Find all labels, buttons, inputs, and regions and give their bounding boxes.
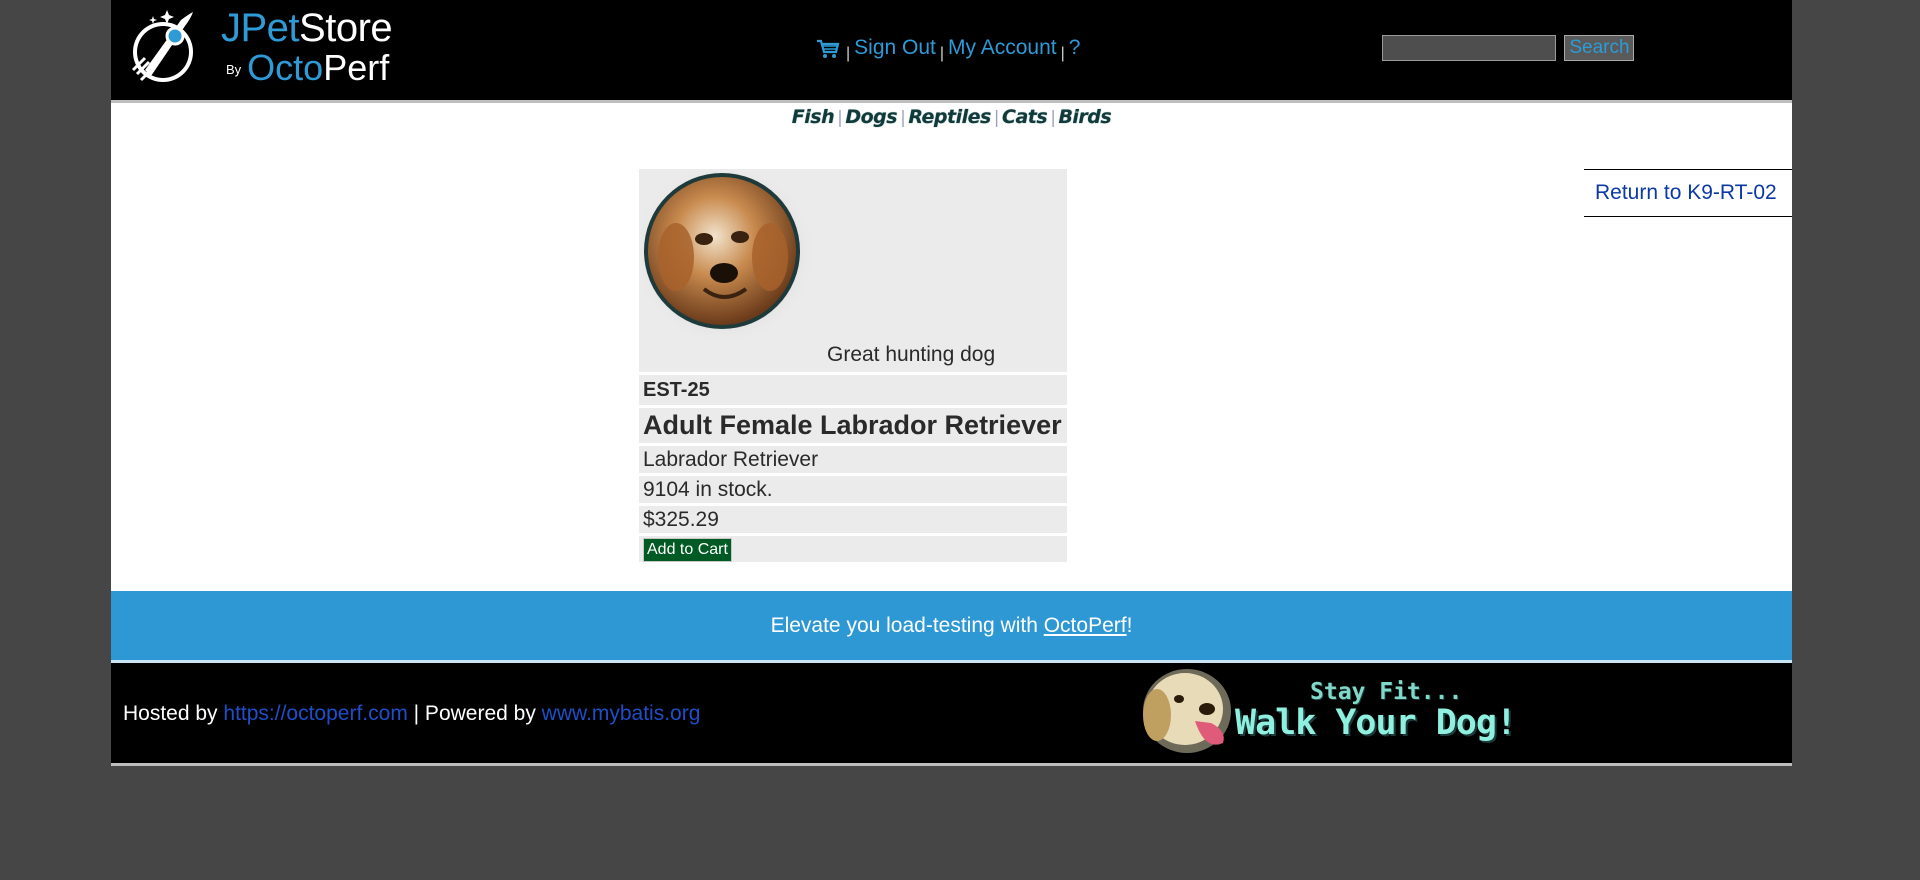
return-to-product-link[interactable]: Return to K9-RT-02 [1584, 169, 1792, 217]
octoperf-url-link[interactable]: https://octoperf.com [223, 702, 407, 725]
category-link-fish[interactable]: Fish [792, 106, 835, 128]
walk-your-dog-banner: Stay Fit... Walk Your Dog! [1135, 665, 1555, 757]
table-row: $325.29 [639, 506, 1067, 536]
jpetstore-logo[interactable]: JPetStore By OctoPerf [123, 2, 403, 92]
my-account-link[interactable]: My Account [948, 36, 1057, 59]
shopping-cart-icon[interactable] [816, 38, 840, 60]
octoperf-link[interactable]: OctoPerf [1044, 614, 1127, 637]
main-content: Return to K9-RT-02 Great hunting dog EST… [111, 136, 1792, 591]
quicklink-separator: | [837, 108, 843, 128]
item-id: EST-25 [639, 375, 1067, 408]
item-image-cell: Great hunting dog [639, 169, 1067, 375]
item-name: Adult Female Labrador Retriever [639, 408, 1067, 446]
search-input[interactable] [1382, 35, 1556, 61]
table-row: 9104 in stock. [639, 476, 1067, 506]
menu-separator: | [1060, 45, 1065, 62]
add-to-cart-cell: Add to Cart [639, 536, 1067, 565]
header: JPetStore By OctoPerf | Sign Out | My Accoun… [111, 0, 1792, 103]
search-button[interactable]: Search [1564, 35, 1635, 61]
table-row: Add to Cart [639, 536, 1067, 565]
category-link-reptiles[interactable]: Reptiles [908, 106, 991, 128]
item-product-name: Labrador Retriever [639, 446, 1067, 476]
header-menu: | Sign Out | My Account |? [816, 36, 1080, 66]
item-image-wrap: Great hunting dog [642, 171, 1062, 368]
banner-line-1: Stay Fit... [1310, 679, 1463, 705]
help-link[interactable]: ? [1069, 36, 1081, 59]
banner-line-2: Walk Your Dog! [1235, 703, 1517, 743]
page-container: JPetStore By OctoPerf | Sign Out | My Accoun… [111, 0, 1792, 766]
mybatis-link[interactable]: www.mybatis.org [542, 702, 701, 725]
logo-subtitle: By OctoPerf [226, 47, 390, 88]
item-detail-table: Great hunting dog EST-25 Adult Female La… [639, 169, 1067, 565]
table-row: Labrador Retriever [639, 446, 1067, 476]
hosted-by-label: Hosted by [123, 702, 224, 725]
item-price: $325.29 [639, 506, 1067, 536]
quicklink-separator: | [1050, 108, 1056, 128]
footer-credits: Hosted by https://octoperf.com | Powered… [123, 702, 700, 726]
footer: Hosted by https://octoperf.com | Powered… [111, 663, 1792, 766]
dog-banner-icon [1143, 669, 1231, 753]
menu-separator: | [939, 45, 945, 62]
dog-photo [642, 171, 816, 345]
rocket-logo-icon [131, 10, 193, 82]
sign-out-link[interactable]: Sign Out [854, 36, 936, 59]
table-row: EST-25 [639, 375, 1067, 408]
category-link-dogs[interactable]: Dogs [845, 106, 897, 128]
menu-separator: | [846, 45, 851, 62]
promo-text: Elevate you load-testing with [770, 614, 1044, 637]
promo-band: Elevate you load-testing with OctoPerf! [111, 591, 1792, 663]
category-link-birds[interactable]: Birds [1058, 106, 1111, 128]
promo-text-end: ! [1126, 614, 1133, 637]
category-quicklinks: Fish | Dogs | Reptiles | Cats | Birds [111, 103, 1792, 136]
quicklink-separator: | [993, 108, 1000, 128]
item-stock: 9104 in stock. [639, 476, 1067, 506]
search-form: Search [1382, 35, 1635, 61]
category-link-cats[interactable]: Cats [1002, 106, 1048, 128]
quicklink-separator: | [900, 108, 906, 128]
table-row: Adult Female Labrador Retriever [639, 408, 1067, 446]
powered-by-label: | Powered by [407, 702, 542, 725]
logo-title: JPetStore [221, 6, 393, 50]
item-description: Great hunting dog [827, 343, 996, 366]
add-to-cart-button[interactable]: Add to Cart [643, 538, 732, 562]
table-row: Great hunting dog [639, 169, 1067, 375]
